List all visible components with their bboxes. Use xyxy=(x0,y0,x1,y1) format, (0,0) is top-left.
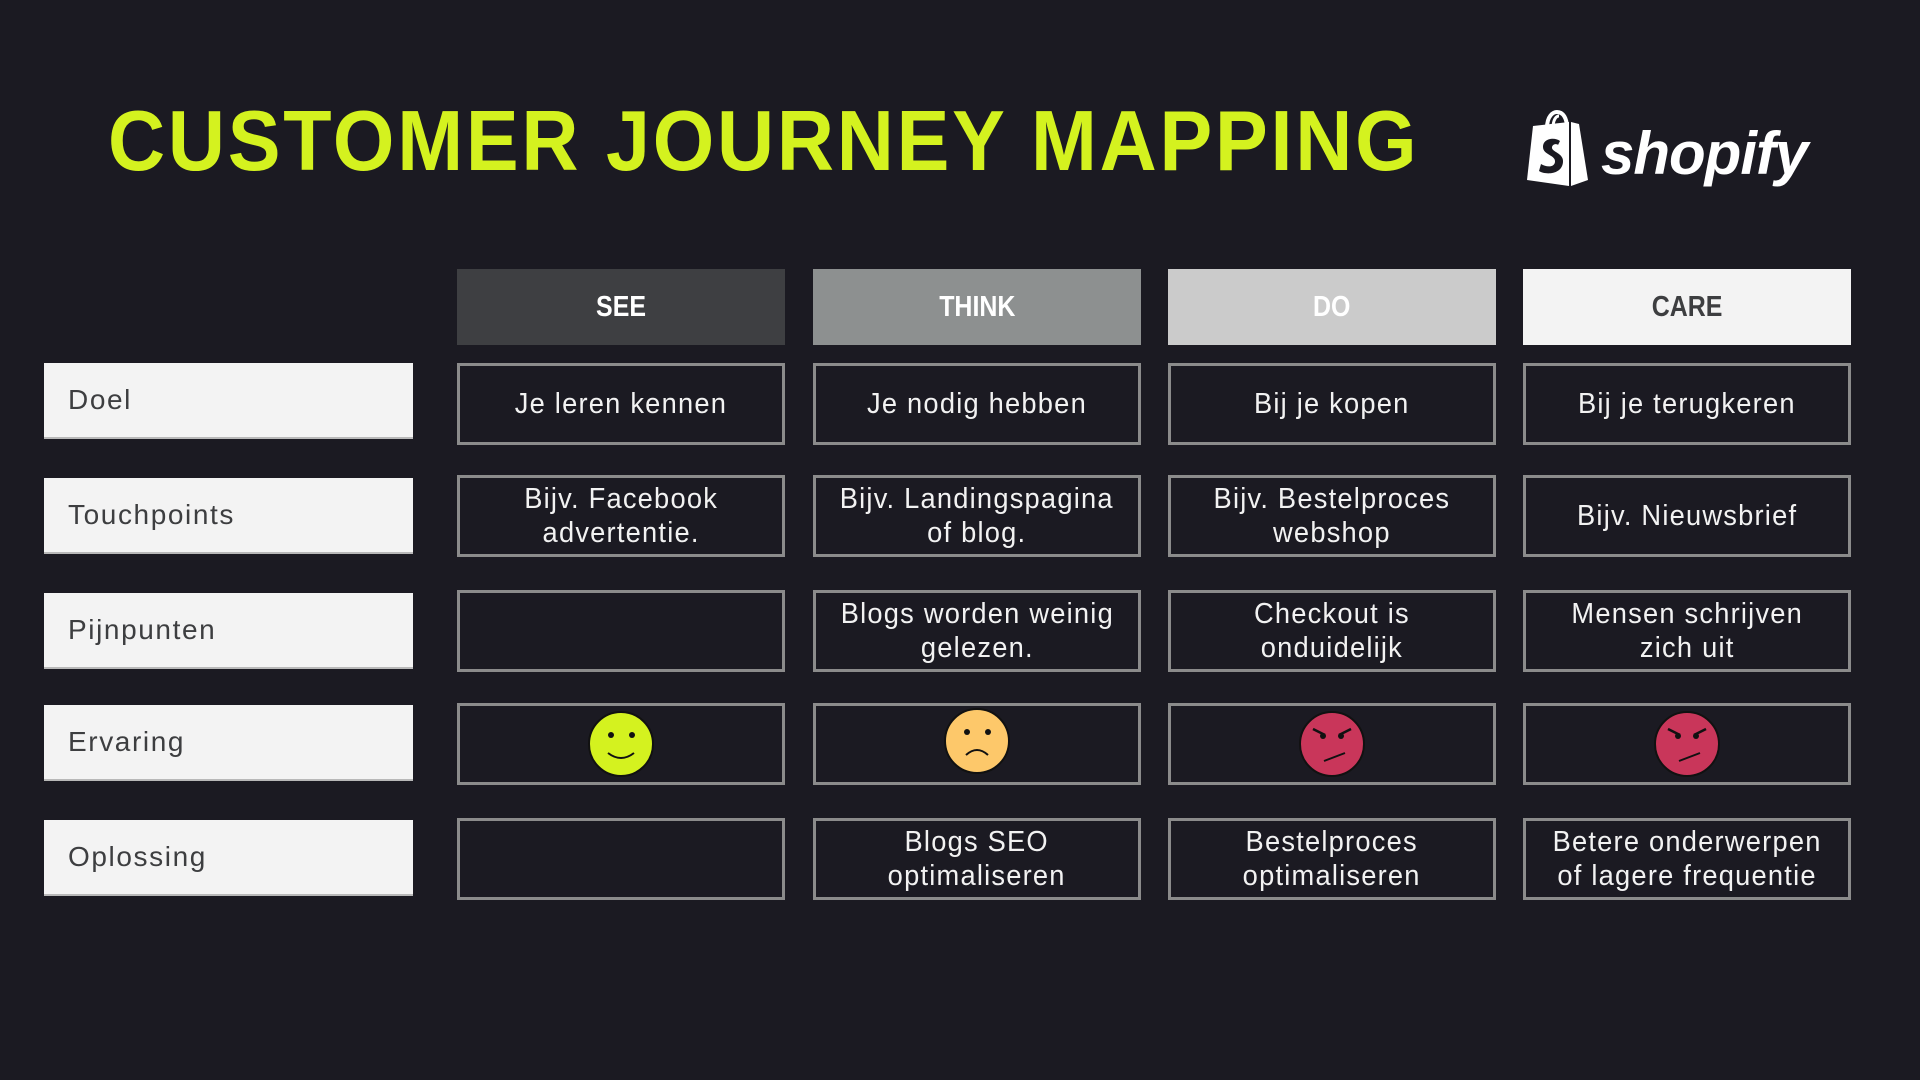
cell-text: Bijv. Landingspagina of blog. xyxy=(839,483,1115,549)
cell-doel-think: Je nodig hebben xyxy=(813,363,1141,445)
cell-touchpoints-think: Bijv. Landingspagina of blog. xyxy=(813,475,1141,557)
shopify-bag-icon xyxy=(1527,110,1588,186)
angry-face-icon xyxy=(1299,711,1365,777)
cell-text: Je nodig hebben xyxy=(867,388,1087,420)
cell-text: Checkout is onduidelijk xyxy=(1254,598,1410,664)
cell-ervaring-see xyxy=(457,703,785,785)
stage-label: THINK xyxy=(938,290,1016,323)
row-label-touchpoints: Touchpoints xyxy=(44,478,413,554)
stage-label: CARE xyxy=(1651,290,1723,323)
cell-text: Betere onderwerpen of lagere frequentie xyxy=(1552,826,1822,892)
stage-header-do: DO xyxy=(1168,269,1496,345)
sad-face-icon xyxy=(944,708,1010,774)
cell-doel-do: Bij je kopen xyxy=(1168,363,1496,445)
cell-oplossing-see xyxy=(457,818,785,900)
cell-ervaring-do xyxy=(1168,703,1496,785)
shopify-wordmark: shopify xyxy=(1601,120,1808,187)
cell-doel-see: Je leren kennen xyxy=(457,363,785,445)
cell-touchpoints-care: Bijv. Nieuwsbrief xyxy=(1523,475,1851,557)
page-title: CUSTOMER JOURNEY MAPPING xyxy=(108,94,1420,189)
cell-text: Bijv. Bestelproces webshop xyxy=(1213,483,1451,549)
row-label-ervaring: Ervaring xyxy=(44,705,413,781)
cell-pijnpunten-think: Blogs worden weinig gelezen. xyxy=(813,590,1141,672)
row-label-doel: Doel xyxy=(44,363,413,439)
cell-text: Bestelproces optimaliseren xyxy=(1242,826,1422,892)
cell-oplossing-think: Blogs SEO optimaliseren xyxy=(813,818,1141,900)
cell-touchpoints-see: Bijv. Facebook advertentie. xyxy=(457,475,785,557)
angry-face-icon xyxy=(1654,711,1720,777)
stage-label: SEE xyxy=(596,290,646,323)
row-label-pijnpunten: Pijnpunten xyxy=(44,593,413,669)
cell-text: Bij je kopen xyxy=(1254,388,1410,420)
cell-text: Bijv. Facebook advertentie. xyxy=(524,483,718,549)
row-label-oplossing: Oplossing xyxy=(44,820,413,896)
shopify-logo: shopify xyxy=(1525,106,1808,187)
cell-text: Blogs worden weinig gelezen. xyxy=(840,598,1114,664)
stage-label: DO xyxy=(1313,290,1351,323)
cell-ervaring-care xyxy=(1523,703,1851,785)
cell-text: Mensen schrijven zich uit xyxy=(1571,598,1803,664)
stage-header-think: THINK xyxy=(813,269,1141,345)
cell-text: Je leren kennen xyxy=(514,388,728,420)
cell-text: Bijv. Nieuwsbrief xyxy=(1576,500,1798,532)
cell-pijnpunten-see xyxy=(457,590,785,672)
cell-oplossing-care: Betere onderwerpen of lagere frequentie xyxy=(1523,818,1851,900)
stage-header-see: SEE xyxy=(457,269,785,345)
cell-oplossing-do: Bestelproces optimaliseren xyxy=(1168,818,1496,900)
happy-face-icon xyxy=(588,711,654,777)
cell-doel-care: Bij je terugkeren xyxy=(1523,363,1851,445)
cell-text: Blogs SEO optimaliseren xyxy=(887,826,1067,892)
cell-pijnpunten-care: Mensen schrijven zich uit xyxy=(1523,590,1851,672)
cell-ervaring-think xyxy=(813,703,1141,785)
cell-text: Bij je terugkeren xyxy=(1578,388,1796,420)
stage-header-care: CARE xyxy=(1523,269,1851,345)
cell-touchpoints-do: Bijv. Bestelproces webshop xyxy=(1168,475,1496,557)
cell-pijnpunten-do: Checkout is onduidelijk xyxy=(1168,590,1496,672)
